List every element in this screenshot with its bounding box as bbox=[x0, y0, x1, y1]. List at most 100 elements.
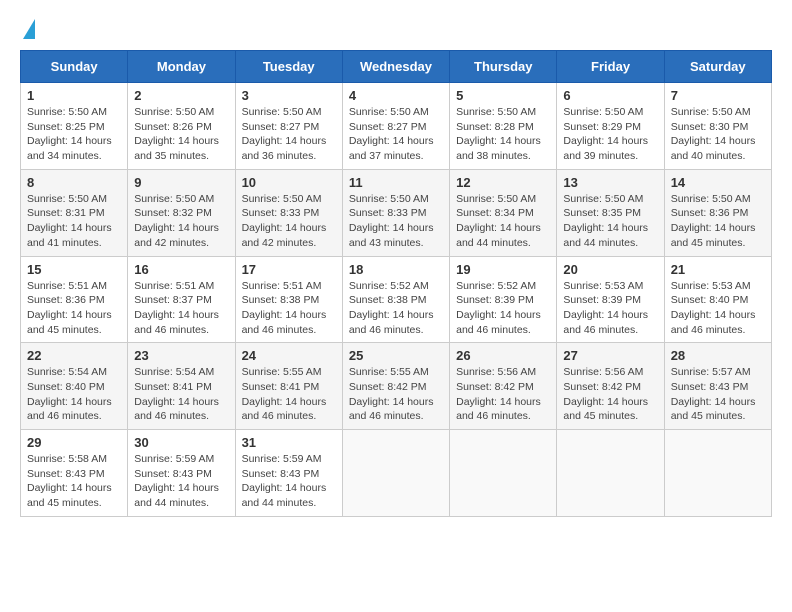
day-info: Sunrise: 5:50 AMSunset: 8:28 PMDaylight:… bbox=[456, 106, 541, 162]
day-number: 30 bbox=[134, 435, 228, 450]
day-info: Sunrise: 5:50 AMSunset: 8:32 PMDaylight:… bbox=[134, 193, 219, 249]
week-row-3: 15 Sunrise: 5:51 AMSunset: 8:36 PMDaylig… bbox=[21, 256, 772, 343]
day-number: 24 bbox=[242, 348, 336, 363]
day-number: 27 bbox=[563, 348, 657, 363]
day-info: Sunrise: 5:50 AMSunset: 8:31 PMDaylight:… bbox=[27, 193, 112, 249]
day-number: 5 bbox=[456, 88, 550, 103]
day-number: 20 bbox=[563, 262, 657, 277]
day-number: 23 bbox=[134, 348, 228, 363]
day-number: 1 bbox=[27, 88, 121, 103]
day-number: 6 bbox=[563, 88, 657, 103]
calendar-cell: 24 Sunrise: 5:55 AMSunset: 8:41 PMDaylig… bbox=[235, 343, 342, 430]
calendar-table: SundayMondayTuesdayWednesdayThursdayFrid… bbox=[20, 50, 772, 517]
day-info: Sunrise: 5:59 AMSunset: 8:43 PMDaylight:… bbox=[242, 453, 327, 509]
calendar-cell: 26 Sunrise: 5:56 AMSunset: 8:42 PMDaylig… bbox=[450, 343, 557, 430]
day-number: 18 bbox=[349, 262, 443, 277]
day-info: Sunrise: 5:52 AMSunset: 8:38 PMDaylight:… bbox=[349, 280, 434, 336]
week-row-4: 22 Sunrise: 5:54 AMSunset: 8:40 PMDaylig… bbox=[21, 343, 772, 430]
day-info: Sunrise: 5:53 AMSunset: 8:40 PMDaylight:… bbox=[671, 280, 756, 336]
calendar-cell: 10 Sunrise: 5:50 AMSunset: 8:33 PMDaylig… bbox=[235, 169, 342, 256]
day-info: Sunrise: 5:50 AMSunset: 8:26 PMDaylight:… bbox=[134, 106, 219, 162]
day-number: 13 bbox=[563, 175, 657, 190]
calendar-cell bbox=[557, 430, 664, 517]
day-info: Sunrise: 5:53 AMSunset: 8:39 PMDaylight:… bbox=[563, 280, 648, 336]
day-number: 10 bbox=[242, 175, 336, 190]
day-info: Sunrise: 5:51 AMSunset: 8:36 PMDaylight:… bbox=[27, 280, 112, 336]
calendar-cell: 3 Sunrise: 5:50 AMSunset: 8:27 PMDayligh… bbox=[235, 83, 342, 170]
day-info: Sunrise: 5:50 AMSunset: 8:33 PMDaylight:… bbox=[349, 193, 434, 249]
calendar-cell: 22 Sunrise: 5:54 AMSunset: 8:40 PMDaylig… bbox=[21, 343, 128, 430]
day-number: 2 bbox=[134, 88, 228, 103]
col-header-friday: Friday bbox=[557, 51, 664, 83]
day-info: Sunrise: 5:55 AMSunset: 8:41 PMDaylight:… bbox=[242, 366, 327, 422]
day-number: 25 bbox=[349, 348, 443, 363]
calendar-cell: 9 Sunrise: 5:50 AMSunset: 8:32 PMDayligh… bbox=[128, 169, 235, 256]
calendar-cell: 17 Sunrise: 5:51 AMSunset: 8:38 PMDaylig… bbox=[235, 256, 342, 343]
day-info: Sunrise: 5:50 AMSunset: 8:35 PMDaylight:… bbox=[563, 193, 648, 249]
calendar-cell bbox=[342, 430, 449, 517]
day-number: 17 bbox=[242, 262, 336, 277]
day-number: 15 bbox=[27, 262, 121, 277]
calendar-cell: 29 Sunrise: 5:58 AMSunset: 8:43 PMDaylig… bbox=[21, 430, 128, 517]
col-header-saturday: Saturday bbox=[664, 51, 771, 83]
day-number: 9 bbox=[134, 175, 228, 190]
day-number: 16 bbox=[134, 262, 228, 277]
day-number: 29 bbox=[27, 435, 121, 450]
day-info: Sunrise: 5:51 AMSunset: 8:37 PMDaylight:… bbox=[134, 280, 219, 336]
calendar-cell: 27 Sunrise: 5:56 AMSunset: 8:42 PMDaylig… bbox=[557, 343, 664, 430]
col-header-thursday: Thursday bbox=[450, 51, 557, 83]
calendar-cell: 2 Sunrise: 5:50 AMSunset: 8:26 PMDayligh… bbox=[128, 83, 235, 170]
day-info: Sunrise: 5:59 AMSunset: 8:43 PMDaylight:… bbox=[134, 453, 219, 509]
calendar-cell: 5 Sunrise: 5:50 AMSunset: 8:28 PMDayligh… bbox=[450, 83, 557, 170]
day-number: 19 bbox=[456, 262, 550, 277]
col-header-wednesday: Wednesday bbox=[342, 51, 449, 83]
day-info: Sunrise: 5:56 AMSunset: 8:42 PMDaylight:… bbox=[563, 366, 648, 422]
calendar-cell: 11 Sunrise: 5:50 AMSunset: 8:33 PMDaylig… bbox=[342, 169, 449, 256]
page-header bbox=[20, 20, 772, 40]
day-info: Sunrise: 5:50 AMSunset: 8:29 PMDaylight:… bbox=[563, 106, 648, 162]
calendar-cell: 16 Sunrise: 5:51 AMSunset: 8:37 PMDaylig… bbox=[128, 256, 235, 343]
logo bbox=[20, 20, 35, 40]
day-number: 12 bbox=[456, 175, 550, 190]
day-info: Sunrise: 5:50 AMSunset: 8:33 PMDaylight:… bbox=[242, 193, 327, 249]
col-header-sunday: Sunday bbox=[21, 51, 128, 83]
calendar-cell: 4 Sunrise: 5:50 AMSunset: 8:27 PMDayligh… bbox=[342, 83, 449, 170]
day-info: Sunrise: 5:54 AMSunset: 8:40 PMDaylight:… bbox=[27, 366, 112, 422]
calendar-cell: 28 Sunrise: 5:57 AMSunset: 8:43 PMDaylig… bbox=[664, 343, 771, 430]
calendar-cell: 7 Sunrise: 5:50 AMSunset: 8:30 PMDayligh… bbox=[664, 83, 771, 170]
day-info: Sunrise: 5:50 AMSunset: 8:34 PMDaylight:… bbox=[456, 193, 541, 249]
day-info: Sunrise: 5:50 AMSunset: 8:30 PMDaylight:… bbox=[671, 106, 756, 162]
day-info: Sunrise: 5:50 AMSunset: 8:25 PMDaylight:… bbox=[27, 106, 112, 162]
calendar-cell bbox=[664, 430, 771, 517]
calendar-cell: 13 Sunrise: 5:50 AMSunset: 8:35 PMDaylig… bbox=[557, 169, 664, 256]
day-number: 3 bbox=[242, 88, 336, 103]
day-info: Sunrise: 5:56 AMSunset: 8:42 PMDaylight:… bbox=[456, 366, 541, 422]
day-info: Sunrise: 5:54 AMSunset: 8:41 PMDaylight:… bbox=[134, 366, 219, 422]
calendar-cell: 20 Sunrise: 5:53 AMSunset: 8:39 PMDaylig… bbox=[557, 256, 664, 343]
day-number: 11 bbox=[349, 175, 443, 190]
col-header-monday: Monday bbox=[128, 51, 235, 83]
day-number: 31 bbox=[242, 435, 336, 450]
col-header-tuesday: Tuesday bbox=[235, 51, 342, 83]
calendar-cell: 15 Sunrise: 5:51 AMSunset: 8:36 PMDaylig… bbox=[21, 256, 128, 343]
day-info: Sunrise: 5:50 AMSunset: 8:27 PMDaylight:… bbox=[349, 106, 434, 162]
calendar-cell: 21 Sunrise: 5:53 AMSunset: 8:40 PMDaylig… bbox=[664, 256, 771, 343]
calendar-cell: 8 Sunrise: 5:50 AMSunset: 8:31 PMDayligh… bbox=[21, 169, 128, 256]
calendar-cell: 1 Sunrise: 5:50 AMSunset: 8:25 PMDayligh… bbox=[21, 83, 128, 170]
day-number: 14 bbox=[671, 175, 765, 190]
calendar-cell: 19 Sunrise: 5:52 AMSunset: 8:39 PMDaylig… bbox=[450, 256, 557, 343]
day-info: Sunrise: 5:50 AMSunset: 8:36 PMDaylight:… bbox=[671, 193, 756, 249]
logo-arrow-icon bbox=[23, 19, 35, 39]
day-number: 4 bbox=[349, 88, 443, 103]
calendar-cell bbox=[450, 430, 557, 517]
calendar-cell: 12 Sunrise: 5:50 AMSunset: 8:34 PMDaylig… bbox=[450, 169, 557, 256]
day-number: 21 bbox=[671, 262, 765, 277]
day-info: Sunrise: 5:50 AMSunset: 8:27 PMDaylight:… bbox=[242, 106, 327, 162]
calendar-cell: 14 Sunrise: 5:50 AMSunset: 8:36 PMDaylig… bbox=[664, 169, 771, 256]
day-number: 8 bbox=[27, 175, 121, 190]
day-number: 22 bbox=[27, 348, 121, 363]
calendar-cell: 6 Sunrise: 5:50 AMSunset: 8:29 PMDayligh… bbox=[557, 83, 664, 170]
day-number: 7 bbox=[671, 88, 765, 103]
day-info: Sunrise: 5:52 AMSunset: 8:39 PMDaylight:… bbox=[456, 280, 541, 336]
day-info: Sunrise: 5:51 AMSunset: 8:38 PMDaylight:… bbox=[242, 280, 327, 336]
